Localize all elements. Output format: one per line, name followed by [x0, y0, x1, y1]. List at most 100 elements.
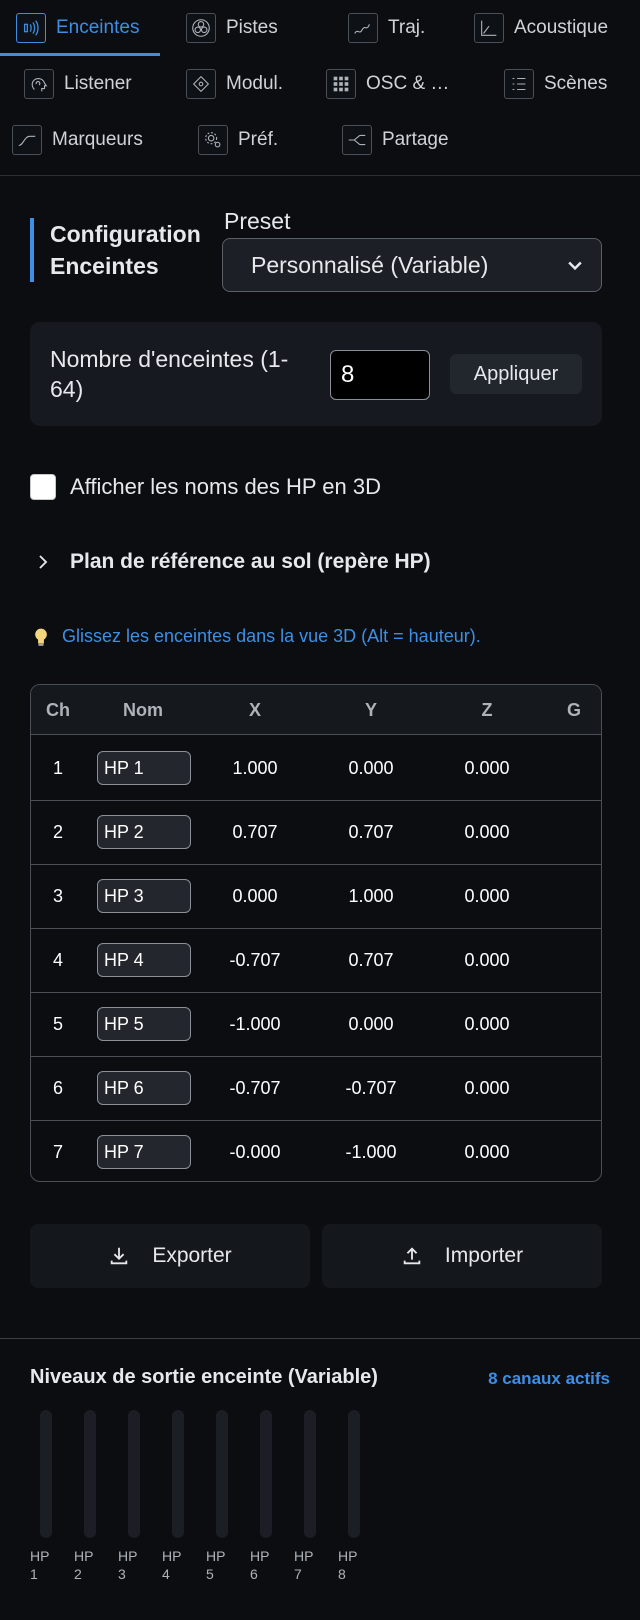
- tab-label: Préf.: [238, 129, 279, 150]
- tab-pref[interactable]: Préf.: [198, 112, 278, 168]
- section-title: Configuration Enceintes: [30, 218, 230, 282]
- tab-label: Pistes: [226, 17, 278, 38]
- share-icon: [342, 125, 372, 155]
- apply-button[interactable]: Appliquer: [450, 354, 582, 394]
- cell-x[interactable]: -0.000: [199, 1119, 311, 1181]
- levels-title: Niveaux de sortie enceinte (Variable): [30, 1366, 378, 1388]
- header-g: G: [566, 700, 581, 720]
- tab-label: Enceintes: [56, 17, 140, 38]
- cell-x[interactable]: -0.707: [199, 927, 311, 993]
- speaker-waves-icon: [16, 13, 46, 43]
- level-meter: [172, 1410, 184, 1538]
- ground-plane-label: Plan de référence au sol (repère HP): [70, 550, 431, 573]
- cell-z[interactable]: 0.000: [431, 799, 543, 865]
- hint-text: Glissez les enceintes dans la vue 3D (Al…: [62, 626, 481, 646]
- import-button[interactable]: Importer: [322, 1224, 602, 1288]
- cell-y[interactable]: 0.707: [315, 799, 427, 865]
- cell-ch: 7: [52, 1142, 63, 1162]
- level-meter-label: HP 1: [30, 1548, 50, 1582]
- cell-z[interactable]: 0.000: [431, 735, 543, 801]
- preset-label: Preset: [224, 208, 291, 234]
- tab-osc[interactable]: OSC & …: [326, 56, 449, 112]
- table-row: 5 HP 5 -1.000 0.000 0.000: [31, 991, 601, 1057]
- cell-ch: 5: [52, 1014, 63, 1034]
- show-names-label: Afficher les noms des HP en 3D: [70, 474, 382, 499]
- level-meter-label: HP 3: [118, 1548, 138, 1582]
- table-header: Ch Nom X Y Z G: [31, 685, 601, 735]
- tracks-circle-icon: [186, 13, 216, 43]
- tab-enceintes[interactable]: Enceintes: [16, 0, 139, 56]
- osc-grid-icon: [326, 69, 356, 99]
- speaker-count-label: Nombre d'enceintes (1-64): [50, 346, 289, 402]
- cell-y[interactable]: -1.000: [315, 1119, 427, 1181]
- table-row: 1 HP 1 1.000 0.000 0.000: [31, 735, 601, 801]
- speaker-count-input[interactable]: [330, 350, 430, 400]
- tab-label: Traj.: [388, 17, 426, 38]
- speaker-table[interactable]: Ch Nom X Y Z G 1 HP 1 1.000 0.000 0.000 2 HP 2…: [30, 684, 602, 1182]
- cell-x[interactable]: -1.000: [199, 991, 311, 1057]
- active-channels-badge: 8 canaux actifs: [488, 1369, 610, 1388]
- tab-partage[interactable]: Partage: [342, 112, 449, 168]
- cell-x[interactable]: 0.707: [199, 799, 311, 865]
- cell-z[interactable]: 0.000: [431, 1119, 543, 1181]
- tab-modul[interactable]: Modul.: [186, 56, 283, 112]
- table-row: 4 HP 4 -0.707 0.707 0.000: [31, 927, 601, 993]
- tab-label: Scènes: [544, 73, 608, 94]
- cell-y[interactable]: 0.000: [315, 991, 427, 1057]
- cell-ch: 3: [52, 886, 63, 906]
- tab-listener[interactable]: Listener: [24, 56, 132, 112]
- level-meter: [40, 1410, 52, 1538]
- level-meter: [128, 1410, 140, 1538]
- show-names-checkbox[interactable]: [30, 474, 56, 500]
- cell-x[interactable]: 1.000: [199, 735, 311, 801]
- level-meter-label: HP 2: [74, 1548, 94, 1582]
- speaker-config-page: Enceintes Pistes Traj. Acoustique Listen…: [0, 0, 640, 1620]
- tab-marqueurs[interactable]: Marqueurs: [12, 112, 143, 168]
- speaker-name-input[interactable]: HP 5: [97, 1007, 191, 1041]
- speaker-name-input[interactable]: HP 4: [97, 943, 191, 977]
- cell-ch: 6: [52, 1078, 63, 1098]
- tab-pistes[interactable]: Pistes: [186, 0, 278, 56]
- header-y: Y: [364, 700, 377, 720]
- level-meter-label: HP 6: [250, 1548, 270, 1582]
- preset-select[interactable]: Personnalisé (Variable): [222, 238, 602, 292]
- cell-z[interactable]: 0.000: [431, 863, 543, 929]
- cell-x[interactable]: 0.000: [199, 863, 311, 929]
- cell-y[interactable]: 0.707: [315, 927, 427, 993]
- speaker-name-input[interactable]: HP 3: [97, 879, 191, 913]
- speaker-name-input[interactable]: HP 7: [97, 1135, 191, 1169]
- import-label: Importer: [444, 1244, 524, 1267]
- export-button[interactable]: Exporter: [30, 1224, 310, 1288]
- speaker-count-panel: Nombre d'enceintes (1-64) Appliquer: [30, 322, 602, 426]
- cell-x[interactable]: -0.707: [199, 1055, 311, 1121]
- table-row: 6 HP 6 -0.707 -0.707 0.000: [31, 1055, 601, 1121]
- cell-z[interactable]: 0.000: [431, 1055, 543, 1121]
- level-meter-label: HP 4: [162, 1548, 182, 1582]
- ground-plane-collapsible[interactable]: Plan de référence au sol (repère HP): [34, 550, 431, 574]
- cell-y[interactable]: 0.000: [315, 735, 427, 801]
- level-meter: [348, 1410, 360, 1538]
- speaker-name-input[interactable]: HP 6: [97, 1071, 191, 1105]
- cell-y[interactable]: 1.000: [315, 863, 427, 929]
- speaker-name-input[interactable]: HP 1: [97, 751, 191, 785]
- chevron-down-icon: [568, 261, 582, 271]
- tab-traj[interactable]: Traj.: [348, 0, 425, 56]
- drag-hint: Glissez les enceintes dans la vue 3D (Al…: [32, 626, 481, 647]
- level-meter: [216, 1410, 228, 1538]
- cell-z[interactable]: 0.000: [431, 991, 543, 1057]
- speaker-name-input[interactable]: HP 2: [97, 815, 191, 849]
- tab-scenes[interactable]: Scènes: [504, 56, 607, 112]
- level-meter: [84, 1410, 96, 1538]
- level-meter-label: HP 7: [294, 1548, 314, 1582]
- cell-z[interactable]: 0.000: [431, 927, 543, 993]
- show-names-toggle[interactable]: Afficher les noms des HP en 3D: [30, 474, 381, 500]
- cell-y[interactable]: -0.707: [315, 1055, 427, 1121]
- trajectory-icon: [348, 13, 378, 43]
- tab-label: Marqueurs: [52, 129, 143, 150]
- cell-ch: 4: [52, 950, 63, 970]
- upload-icon: [403, 1247, 421, 1265]
- tab-acoustique[interactable]: Acoustique: [474, 0, 608, 56]
- download-icon: [111, 1247, 128, 1265]
- level-meter: [304, 1410, 316, 1538]
- table-row: 3 HP 3 0.000 1.000 0.000: [31, 863, 601, 929]
